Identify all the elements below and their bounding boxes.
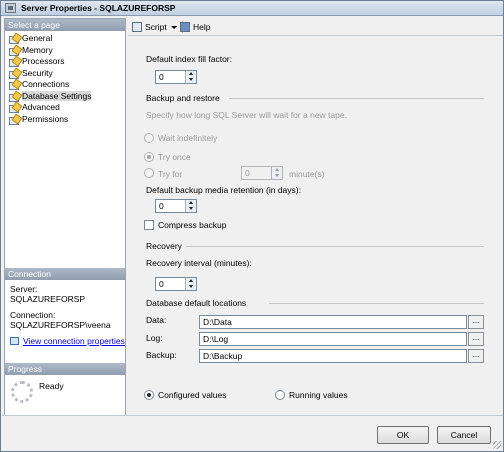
- dialog-button-bar: OK Cancel: [2, 415, 503, 451]
- sidebar-item-security[interactable]: Security: [8, 68, 125, 80]
- sidebar-item-permissions[interactable]: Permissions: [8, 114, 125, 126]
- data-browse-button[interactable]: ...: [468, 315, 484, 329]
- view-connection-properties-link[interactable]: View connection properties: [23, 336, 125, 346]
- try-for-spinner[interactable]: 0: [241, 166, 283, 180]
- server-icon: [5, 3, 16, 13]
- sidebar-item-database-settings[interactable]: Database Settings: [8, 90, 125, 103]
- backup-path-label: Backup:: [146, 350, 177, 360]
- settings-pane: Script Help Default index fill factor: 0…: [128, 18, 503, 413]
- try-once-radio[interactable]: [144, 152, 154, 162]
- spinner-arrows-icon[interactable]: [185, 278, 196, 290]
- progress-header: Progress: [5, 363, 125, 375]
- spinner-arrows-icon[interactable]: [271, 167, 282, 179]
- properties-icon: [10, 337, 19, 345]
- resize-grip-icon[interactable]: [493, 441, 501, 449]
- running-values-label: Running values: [289, 390, 348, 400]
- server-label: Server:: [10, 284, 38, 294]
- wait-indefinitely-radio[interactable]: [144, 133, 154, 143]
- connection-value: SQLAZUREFORSP\veena: [10, 320, 111, 330]
- page-icon: [9, 93, 19, 102]
- recovery-section-title: Recovery: [146, 241, 182, 251]
- page-icon: [9, 35, 19, 44]
- server-properties-window: Server Properties - SQLAZUREFORSP Select…: [0, 0, 504, 452]
- script-button[interactable]: Script: [132, 21, 177, 33]
- divider: [269, 303, 484, 304]
- fill-factor-label: Default index fill factor:: [146, 54, 232, 64]
- divider: [229, 98, 484, 99]
- select-page-header: Select a page: [5, 19, 125, 31]
- progress-spinner-icon: [11, 381, 33, 403]
- page-icon: [9, 58, 19, 67]
- server-value: SQLAZUREFORSP: [10, 294, 86, 304]
- compress-backup-checkbox[interactable]: [144, 220, 154, 230]
- fill-factor-spinner[interactable]: 0: [155, 70, 197, 84]
- spinner-arrows-icon[interactable]: [185, 71, 196, 83]
- page-icon: [9, 70, 19, 79]
- ok-button[interactable]: OK: [377, 426, 429, 444]
- divider: [186, 246, 484, 247]
- data-path-input[interactable]: D:\Data: [199, 315, 467, 329]
- left-pane: Select a page General Memory Processors …: [4, 18, 126, 448]
- connection-label: Connection:: [10, 310, 56, 320]
- minutes-label: minute(s): [289, 169, 325, 179]
- page-icon: [9, 81, 19, 90]
- retention-label: Default backup media retention (in days)…: [146, 185, 301, 195]
- window-title: Server Properties - SQLAZUREFORSP: [21, 3, 176, 13]
- spinner-arrows-icon[interactable]: [185, 200, 196, 212]
- try-once-label: Try once: [158, 152, 191, 162]
- running-values-radio[interactable]: [275, 390, 285, 400]
- log-path-label: Log:: [146, 333, 163, 343]
- sidebar-item-connections[interactable]: Connections: [8, 79, 125, 91]
- recovery-interval-label: Recovery interval (minutes):: [146, 258, 252, 268]
- log-browse-button[interactable]: ...: [468, 332, 484, 346]
- view-connection-properties[interactable]: View connection properties: [10, 336, 125, 346]
- retention-spinner[interactable]: 0: [155, 199, 197, 213]
- sidebar-item-memory[interactable]: Memory: [8, 45, 125, 57]
- recovery-interval-spinner[interactable]: 0: [155, 277, 197, 291]
- backup-path-input[interactable]: D:\Backup: [199, 349, 467, 363]
- toolbar: Script Help: [128, 18, 503, 36]
- page-icon: [9, 104, 19, 113]
- sidebar-item-processors[interactable]: Processors: [8, 56, 125, 68]
- script-icon: [132, 22, 142, 32]
- progress-status: Ready: [39, 381, 64, 391]
- log-path-input[interactable]: D:\Log: [199, 332, 467, 346]
- cancel-button[interactable]: Cancel: [437, 426, 491, 444]
- sidebar-item-advanced[interactable]: Advanced: [8, 102, 125, 114]
- backup-browse-button[interactable]: ...: [468, 349, 484, 363]
- try-for-radio[interactable]: [144, 168, 154, 178]
- data-path-label: Data:: [146, 315, 167, 325]
- connection-header: Connection: [5, 268, 125, 280]
- connection-info: Server: SQLAZUREFORSP Connection: SQLAZU…: [10, 284, 125, 346]
- configured-values-radio[interactable]: [144, 390, 154, 400]
- backup-section-title: Backup and restore: [146, 93, 220, 103]
- chevron-down-icon: [170, 26, 177, 30]
- wait-indefinitely-label: Wait indefinitely: [158, 133, 218, 143]
- page-icon: [9, 116, 19, 125]
- help-button[interactable]: Help: [180, 21, 210, 33]
- page-icon: [9, 47, 19, 56]
- title-bar[interactable]: Server Properties - SQLAZUREFORSP: [1, 1, 503, 16]
- configured-values-label: Configured values: [158, 390, 227, 400]
- locations-section-title: Database default locations: [146, 298, 247, 308]
- sidebar-item-general[interactable]: General: [8, 33, 125, 45]
- compress-backup-label: Compress backup: [158, 220, 227, 230]
- page-list: General Memory Processors Security Conne…: [5, 31, 125, 125]
- help-icon: [180, 22, 190, 32]
- backup-hint: Specify how long SQL Server will wait fo…: [146, 110, 347, 120]
- try-for-label: Try for: [158, 169, 183, 179]
